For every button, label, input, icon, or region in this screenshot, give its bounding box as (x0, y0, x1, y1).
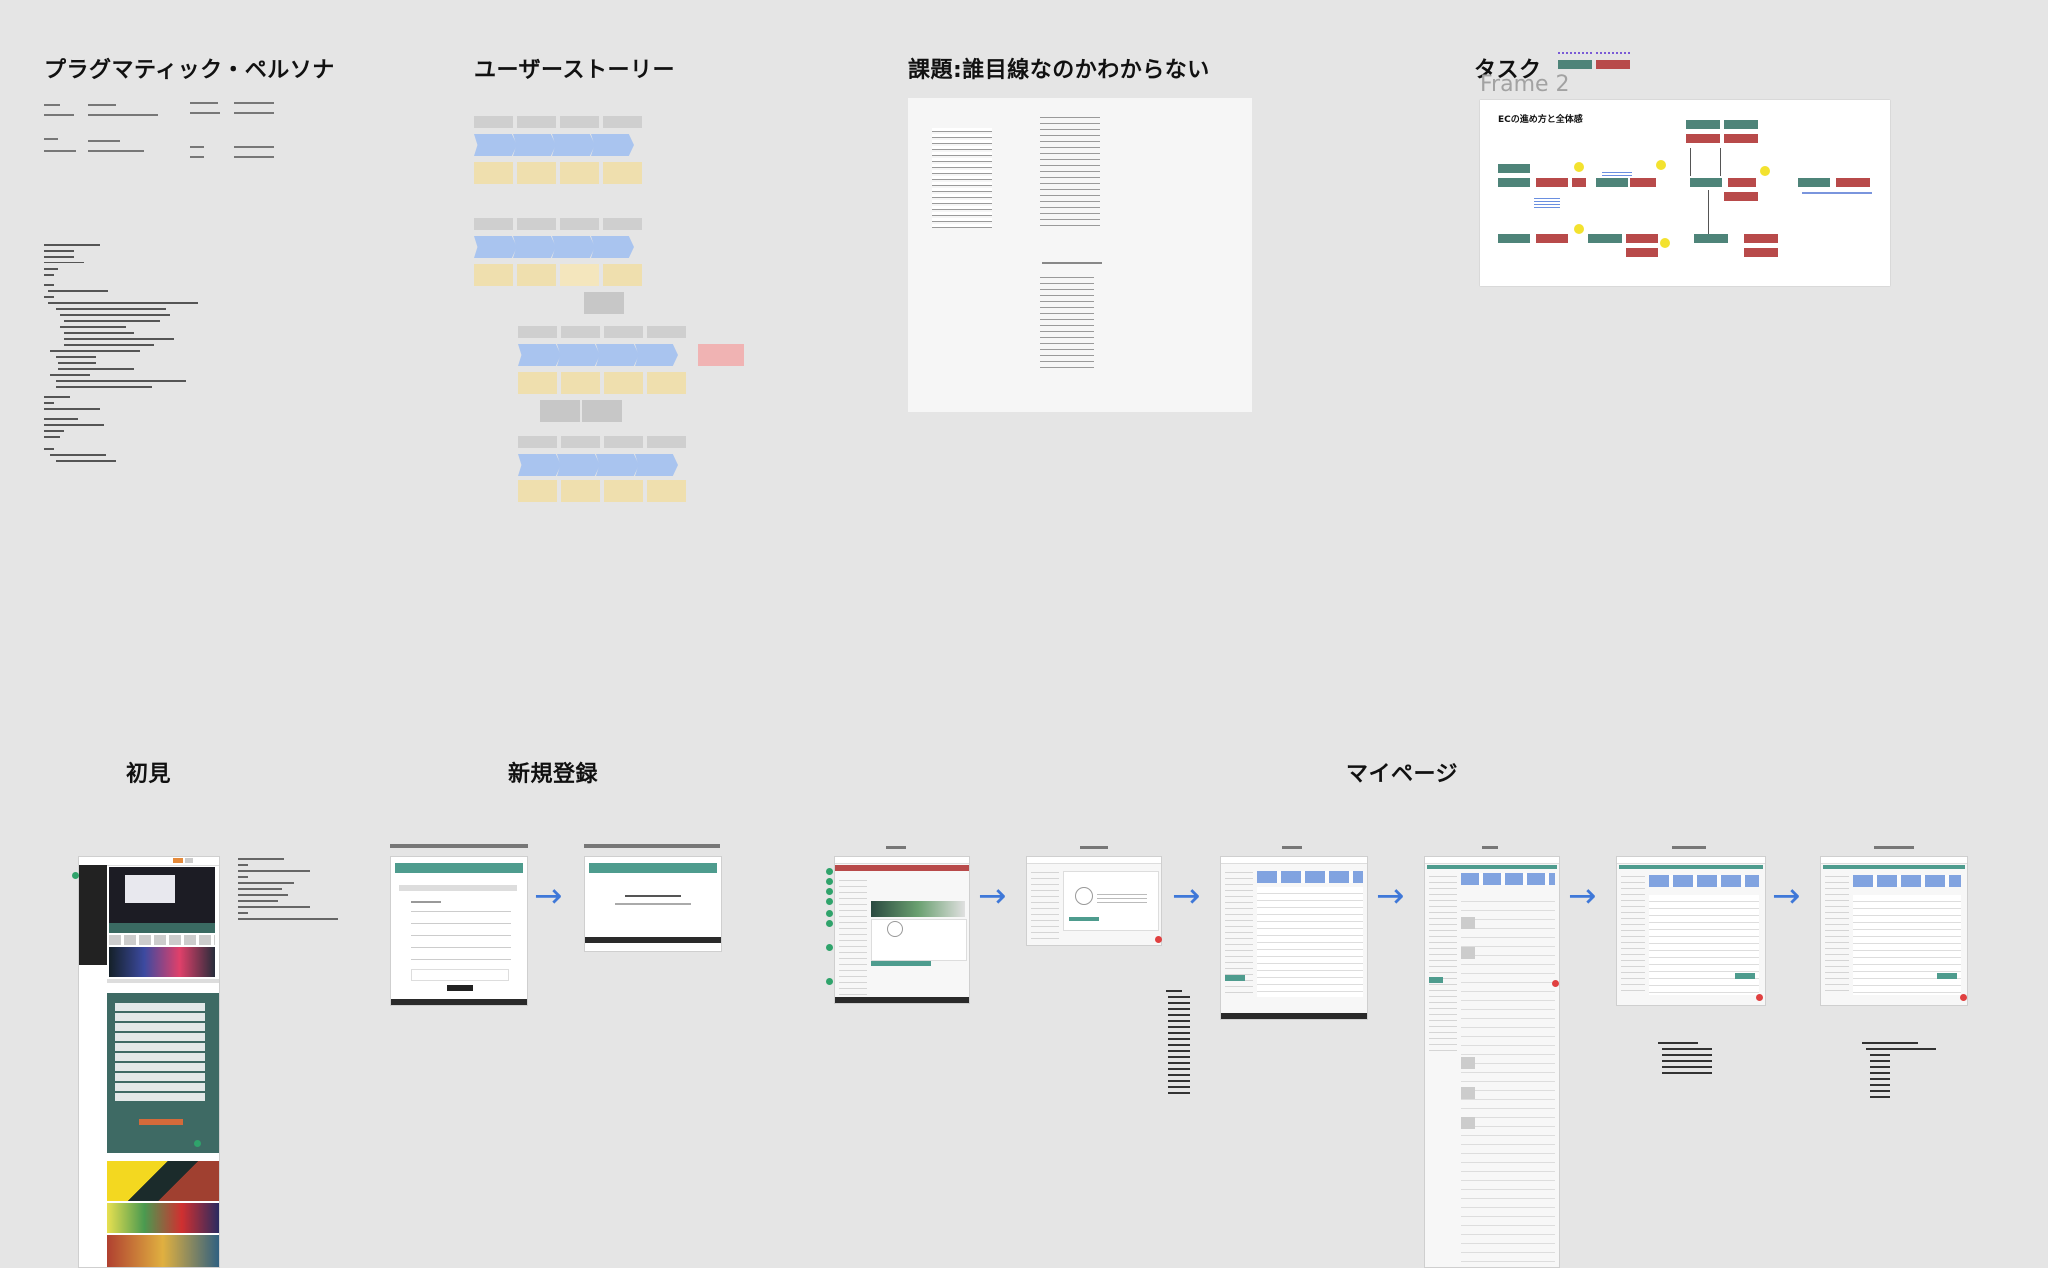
comment-dot-red[interactable] (1960, 994, 1967, 1001)
comment-dot[interactable] (72, 872, 79, 879)
section-title-first-view: 初見 (126, 762, 172, 787)
first-view-longpage[interactable] (78, 856, 220, 1268)
arrow-right-icon: → (1172, 876, 1201, 916)
arrow-right-icon: → (534, 876, 563, 916)
pr-checklist (1166, 990, 1196, 1102)
open-innovator-notes (1862, 1042, 1942, 1102)
arrow-right-icon: → (1772, 876, 1801, 916)
comment-dot-red[interactable] (1155, 936, 1162, 943)
mypage-company-info-screen[interactable] (1220, 856, 1368, 1020)
registration-complete-screen[interactable] (584, 856, 722, 952)
section-title-new-registration: 新規登録 (508, 762, 599, 787)
problem-panel[interactable] (908, 98, 1252, 412)
persona-notes (44, 244, 204, 464)
mypage-needs-screen[interactable] (1616, 856, 1766, 1006)
needs-notes (1658, 1042, 1718, 1076)
section-title-user-story: ユーザーストーリー (474, 58, 675, 83)
task-flow-card[interactable]: ECの進め方と全体感 (1480, 100, 1890, 286)
frame-label[interactable]: Frame 2 (1480, 72, 1570, 97)
arrow-right-icon: → (978, 876, 1007, 916)
registration-form-screen[interactable] (390, 856, 528, 1006)
task-flow-title: ECの進め方と全体感 (1498, 115, 1583, 125)
task-legend-red (1596, 60, 1630, 69)
arrow-right-icon: → (1376, 876, 1405, 916)
persona-table (44, 100, 284, 160)
first-view-notes (238, 858, 342, 928)
comment-dot[interactable] (194, 1140, 201, 1147)
mypage-pr-input-screen[interactable] (1026, 856, 1162, 946)
mypage-pr-info-screen[interactable] (1424, 856, 1560, 1268)
section-title-pragmatic-persona: プラグマティック・ペルソナ (44, 58, 335, 83)
comment-dot-red[interactable] (1552, 980, 1559, 987)
arrow-right-icon: → (1568, 876, 1597, 916)
task-legend-teal (1558, 60, 1592, 69)
section-title-my-page: マイページ (1346, 762, 1459, 787)
mypage-top-screen[interactable] (834, 856, 970, 1004)
section-title-problem: 課題:誰目線なのかわからない (908, 58, 1210, 83)
comment-dot-red[interactable] (1756, 994, 1763, 1001)
mypage-open-innovator-screen[interactable] (1820, 856, 1968, 1006)
